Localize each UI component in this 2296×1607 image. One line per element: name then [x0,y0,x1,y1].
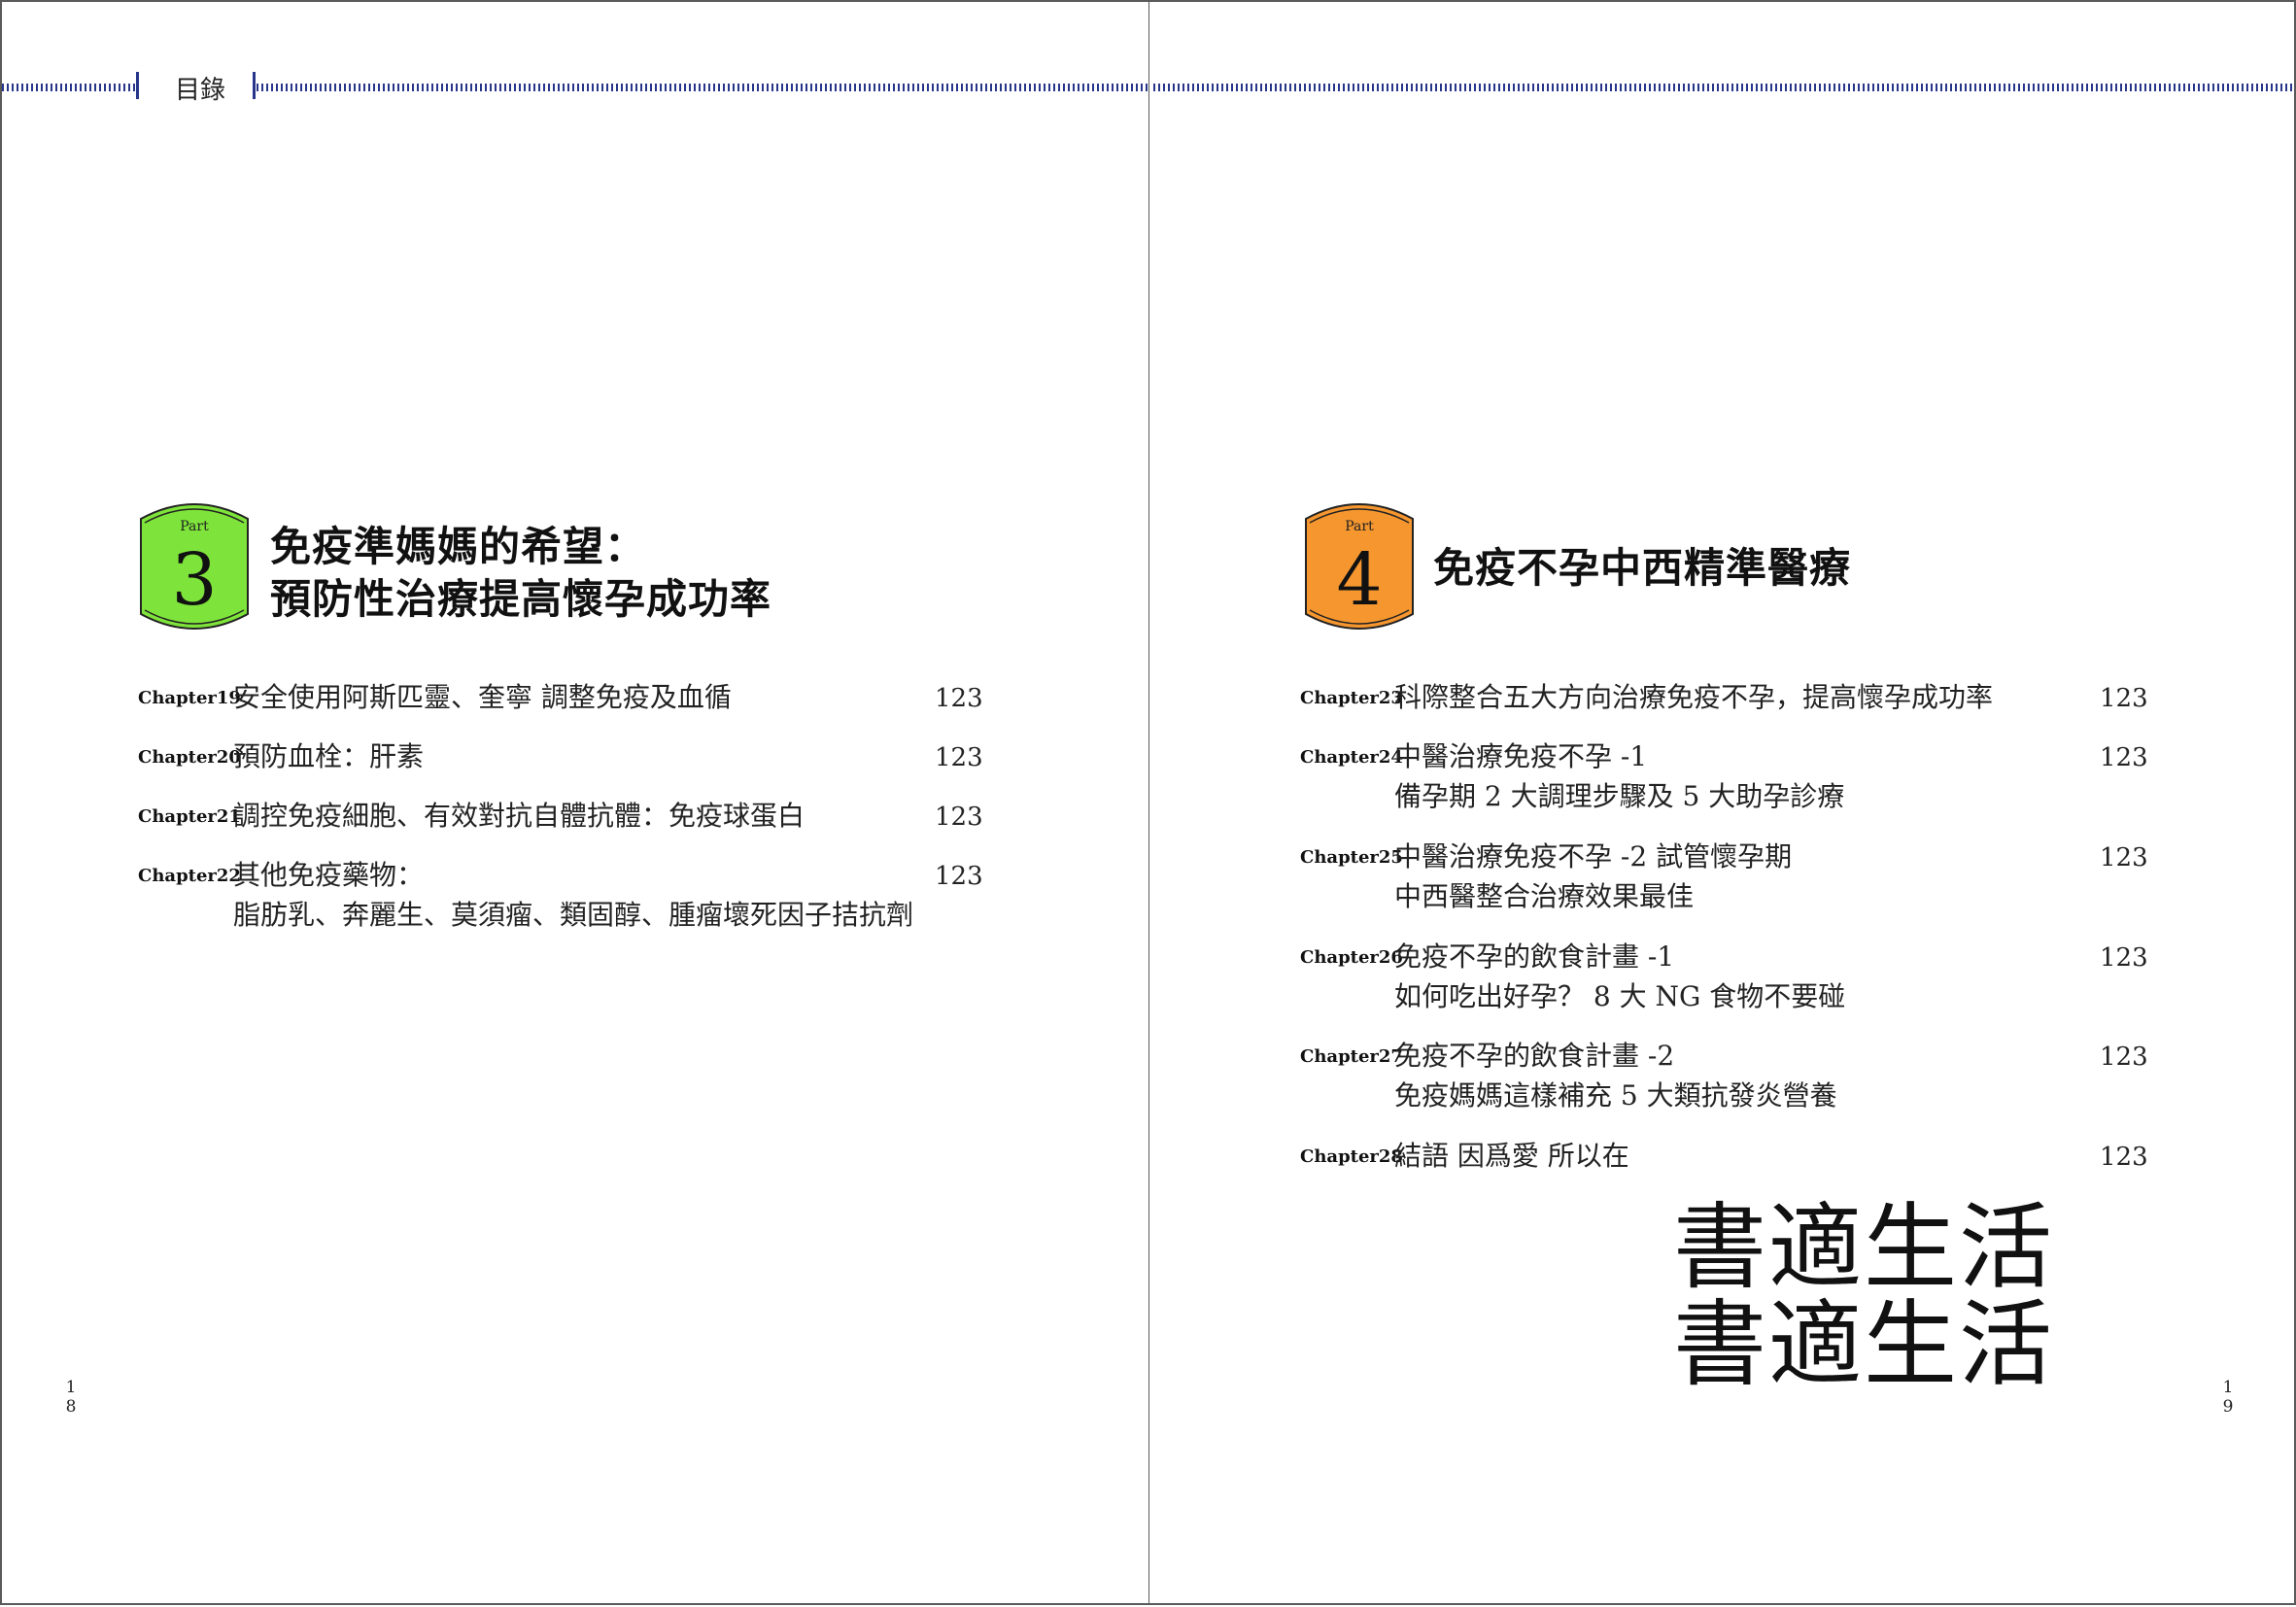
part-3-word: Part [180,519,209,534]
entry-title: 免疫不孕的飲食計畫 -1 [1394,940,1675,973]
chapter-label: Chapter27 [1300,1046,1403,1067]
entry-subtitle: 備孕期 2 大調理步驟及 5 大助孕診療 [1394,780,1845,812]
part-3-badge: Part 3 [140,503,249,630]
page-number: 123 [2100,684,2148,713]
page-number: 123 [935,684,983,713]
chapter-label: Chapter23 [1300,688,1403,708]
page-number: 123 [2100,743,2148,772]
chapter-label: Chapter25 [1300,847,1403,868]
book-spread: 目錄 Part 3 免疫準媽媽的希望： 預防性治療提高懷孕成功率 Chapter… [0,0,2296,1607]
entry-title: 結語 因爲愛 所以在 [1394,1140,1629,1172]
header-rule-cap [136,72,139,99]
left-page: 目錄 Part 3 免疫準媽媽的希望： 預防性治療提高懷孕成功率 Chapter… [0,0,1149,1605]
header-rule-left-main [257,84,1149,91]
entry-subtitle: 中西醫整合治療效果最佳 [1394,880,1695,912]
part-4-number: 4 [1336,538,1382,622]
page-folio: 1 8 [65,1378,77,1417]
header-rule-cap [253,72,256,99]
entry-subtitle: 如何吃出好孕？ 8 大 NG 食物不要碰 [1394,980,1846,1012]
publisher-watermark: 書適生活 [1673,1193,2054,1302]
part-4-badge: Part 4 [1305,503,1414,630]
entry-title: 其他免疫藥物： [233,859,425,891]
chapter-label: Chapter20 [138,747,241,768]
chapter-label: Chapter26 [1300,947,1403,968]
entry-title: 科際整合五大方向治療免疫不孕，提高懷孕成功率 [1394,681,1994,713]
publisher-watermark: 書適生活 [1673,1290,2054,1399]
toc-section-label: 目錄 [175,76,226,105]
entry-title: 中醫治療免疫不孕 -2 試管懷孕期 [1394,840,1793,872]
page-number: 123 [2100,1143,2148,1172]
page-number: 123 [935,862,983,891]
entry-subtitle: 免疫媽媽這樣補充 5 大類抗發炎營養 [1394,1079,1837,1111]
part-4-title: 免疫不孕中西精準醫療 [1433,544,1852,592]
chapter-label: Chapter24 [1300,747,1403,768]
chapter-label: Chapter19 [138,688,241,708]
entry-title: 安全使用阿斯匹靈、奎寧 調整免疫及血循 [233,681,732,713]
page-number: 123 [935,803,983,832]
page-number: 123 [935,743,983,772]
part-3-number: 3 [171,538,217,622]
chapter-label: Chapter28 [1300,1146,1403,1167]
header-rule-right [1153,84,2293,91]
part-3-title: 免疫準媽媽的希望： 預防性治療提高懷孕成功率 [270,523,772,623]
entry-title: 預防血栓：肝素 [233,740,425,772]
entry-title: 免疫不孕的飲食計畫 -2 [1394,1040,1675,1072]
chapter-label: Chapter21 [138,806,241,827]
page-number: 123 [2100,843,2148,872]
header-rule-left [2,84,136,91]
page-number: 123 [2100,1043,2148,1072]
part-4-word: Part [1345,519,1374,534]
page-number: 123 [2100,943,2148,973]
page-folio: 1 9 [2222,1378,2234,1417]
chapter-label: Chapter22 [138,866,241,886]
entry-title: 中醫治療免疫不孕 -1 [1394,740,1648,772]
entry-title: 調控免疫細胞、有效對抗自體抗體：免疫球蛋白 [233,800,805,832]
entry-subtitle: 脂肪乳、奔麗生、莫須瘤、類固醇、腫瘤壞死因子拮抗劑 [233,899,914,931]
